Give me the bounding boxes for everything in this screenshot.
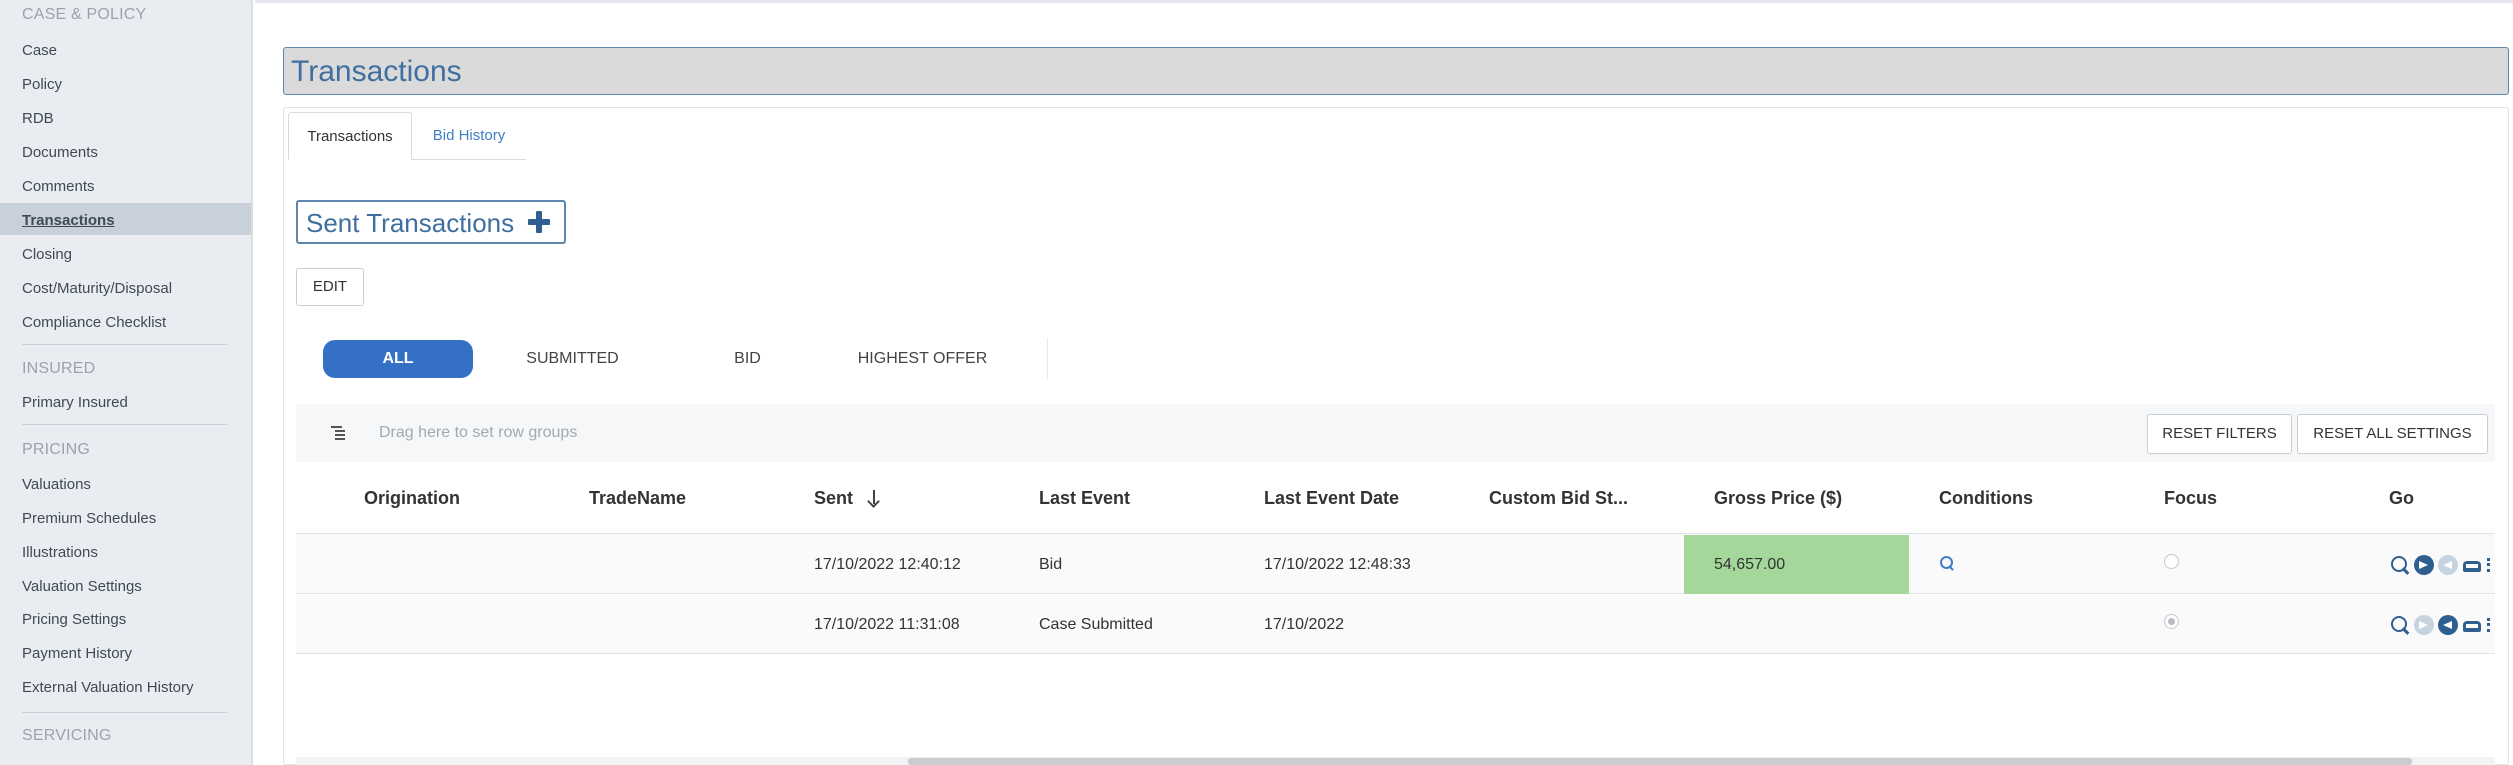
sidebar-item-valuations[interactable]: Valuations (22, 476, 91, 493)
sidebar-item-case[interactable]: Case (22, 42, 57, 59)
column-header-origination[interactable]: Origination (364, 488, 460, 509)
back-arrow-icon[interactable] (2438, 615, 2458, 635)
column-header-conditions[interactable]: Conditions (1939, 488, 2033, 509)
sidebar-item-payment-history[interactable]: Payment History (22, 645, 132, 662)
column-header-last-event-date[interactable]: Last Event Date (1264, 488, 1399, 509)
horizontal-scrollbar-thumb[interactable] (908, 758, 2412, 765)
sidebar-item-cost-maturity-disposal[interactable]: Cost/Maturity/Disposal (22, 280, 172, 297)
sidebar-item-valuation-settings[interactable]: Valuation Settings (22, 578, 142, 595)
sent-cell: 17/10/2022 11:31:08 (814, 616, 960, 633)
sidebar: CASE & POLICY Case Policy RDB Documents … (0, 0, 253, 765)
column-header-sent[interactable]: Sent (814, 488, 853, 509)
sidebar-divider (22, 424, 227, 425)
conditions-search-icon[interactable] (1940, 556, 1954, 570)
top-strip (255, 0, 2513, 3)
last-event-cell: Case Submitted (1039, 616, 1153, 633)
more-icon[interactable] (2486, 616, 2491, 634)
column-header-focus[interactable]: Focus (2164, 488, 2217, 509)
forward-arrow-icon[interactable] (2414, 615, 2434, 635)
row-group-icon (331, 424, 349, 440)
view-search-icon[interactable] (2390, 555, 2410, 575)
sidebar-divider (22, 344, 227, 345)
edit-button[interactable]: EDIT (296, 268, 364, 306)
reset-all-settings-button[interactable]: RESET ALL SETTINGS (2297, 414, 2488, 454)
row-group-drop-zone[interactable]: Drag here to set row groups (379, 424, 577, 442)
sidebar-item-premium-schedules[interactable]: Premium Schedules (22, 510, 156, 527)
column-header-gross-price[interactable]: Gross Price ($) (1714, 488, 1842, 509)
car-icon[interactable] (2462, 555, 2482, 575)
sidebar-item-comments[interactable]: Comments (22, 178, 95, 195)
last-event-date-cell: 17/10/2022 12:48:33 (1264, 556, 1411, 573)
column-header-custom-bid-status[interactable]: Custom Bid St... (1489, 488, 1628, 509)
filter-bid[interactable]: BID (700, 340, 795, 378)
sidebar-item-transactions[interactable]: Transactions (22, 212, 115, 229)
focus-radio[interactable] (2164, 554, 2179, 569)
column-header-go[interactable]: Go (2389, 488, 2414, 509)
gross-price-cell: 54,657.00 (1684, 535, 1909, 594)
sidebar-divider (22, 712, 227, 713)
sidebar-item-illustrations[interactable]: Illustrations (22, 544, 98, 561)
back-arrow-icon[interactable] (2438, 555, 2458, 575)
sidebar-item-external-valuation-history[interactable]: External Valuation History (22, 679, 193, 696)
sidebar-section-header: CASE & POLICY (22, 6, 147, 23)
sidebar-section-header: SERVICING (22, 727, 112, 744)
column-header-tradename[interactable]: TradeName (589, 488, 686, 509)
sidebar-item-compliance-checklist[interactable]: Compliance Checklist (22, 314, 166, 331)
section-title-box: Sent Transactions (296, 200, 566, 244)
tab-bid-history[interactable]: Bid History (412, 112, 526, 160)
sidebar-item-pricing-settings[interactable]: Pricing Settings (22, 611, 126, 628)
filter-all[interactable]: ALL (323, 340, 473, 378)
last-event-cell: Bid (1039, 556, 1063, 573)
tab-transactions[interactable]: Transactions (288, 112, 412, 160)
sidebar-section-header: INSURED (22, 360, 96, 377)
view-search-icon[interactable] (2390, 615, 2410, 635)
sort-descending-icon[interactable] (866, 488, 882, 508)
filter-highest-offer[interactable]: HIGHEST OFFER (835, 340, 1010, 378)
page-title-bar: Transactions (283, 47, 2509, 95)
last-event-date-cell: 17/10/2022 (1264, 616, 1345, 633)
car-icon[interactable] (2462, 615, 2482, 635)
sidebar-item-policy[interactable]: Policy (22, 76, 62, 93)
filter-submitted[interactable]: SUBMITTED (500, 340, 645, 378)
section-title: Sent Transactions (306, 208, 515, 238)
sidebar-item-primary-insured[interactable]: Primary Insured (22, 394, 128, 411)
sidebar-section-header: PRICING (22, 441, 91, 458)
focus-radio[interactable] (2164, 614, 2179, 629)
sidebar-item-documents[interactable]: Documents (22, 144, 98, 161)
filter-divider (1047, 338, 1048, 380)
forward-arrow-icon[interactable] (2414, 555, 2434, 575)
plus-icon[interactable] (528, 211, 550, 233)
sidebar-item-rdb[interactable]: RDB (22, 110, 54, 127)
reset-filters-button[interactable]: RESET FILTERS (2147, 414, 2292, 454)
more-icon[interactable] (2486, 556, 2491, 574)
page-title: Transactions (291, 55, 462, 88)
column-header-last-event[interactable]: Last Event (1039, 488, 1130, 509)
sent-cell: 17/10/2022 12:40:12 (814, 556, 961, 573)
sidebar-item-closing[interactable]: Closing (22, 246, 72, 263)
gross-price-value: 54,657.00 (1714, 556, 1786, 573)
